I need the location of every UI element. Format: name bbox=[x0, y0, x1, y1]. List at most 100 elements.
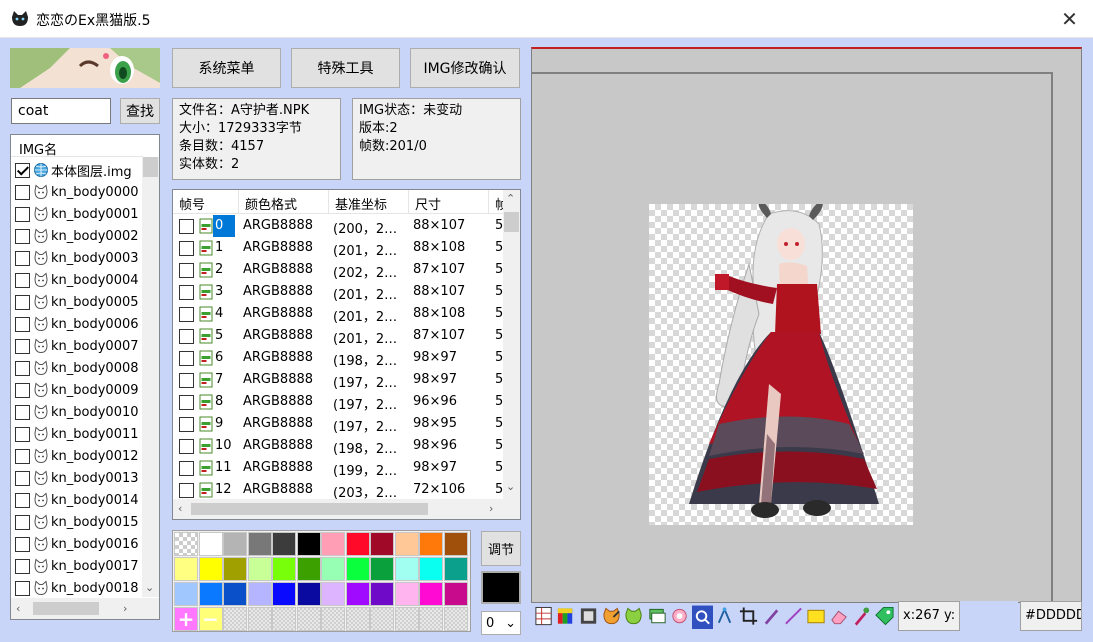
img-checkbox[interactable] bbox=[15, 558, 30, 574]
color-swatch[interactable] bbox=[223, 557, 247, 581]
scroll-down-arrow-icon[interactable]: ⌄ bbox=[506, 480, 515, 493]
img-checkbox[interactable] bbox=[15, 228, 30, 244]
column-color-format[interactable]: 颜色格式 bbox=[239, 190, 329, 214]
img-checkbox[interactable] bbox=[15, 536, 30, 552]
img-list-item[interactable]: kn_body0005 bbox=[15, 291, 151, 313]
scroll-down-arrow-icon[interactable]: ⌄ bbox=[145, 581, 154, 594]
img-checkbox[interactable] bbox=[15, 272, 30, 288]
pencil-tool-button[interactable] bbox=[760, 604, 782, 630]
empty-swatch[interactable] bbox=[370, 607, 394, 631]
color-swatch[interactable] bbox=[272, 532, 296, 556]
img-checkbox[interactable] bbox=[15, 184, 30, 200]
frame-table-vertical-scroll-thumb[interactable] bbox=[504, 212, 519, 232]
img-checkbox[interactable] bbox=[15, 470, 30, 486]
color-swatch[interactable] bbox=[345, 582, 370, 606]
scroll-up-arrow-icon[interactable]: ⌃ bbox=[506, 192, 515, 205]
frame-row[interactable]: 4 ARGB8888 (201，2… 88×108 5 bbox=[173, 303, 503, 325]
column-size[interactable]: 尺寸 bbox=[409, 190, 489, 214]
img-list-item[interactable]: kn_body0001 bbox=[15, 203, 151, 225]
img-list-item[interactable]: kn_body0008 bbox=[15, 357, 151, 379]
img-checkbox[interactable] bbox=[15, 316, 30, 332]
sprite-preview[interactable] bbox=[649, 200, 913, 525]
scroll-left-arrow-icon[interactable]: ‹ bbox=[16, 602, 20, 615]
img-checkbox[interactable] bbox=[15, 492, 30, 508]
zoom-select[interactable]: 0 ⌄ bbox=[481, 611, 521, 635]
color-swatch[interactable] bbox=[247, 582, 272, 606]
close-button[interactable]: ✕ bbox=[1046, 0, 1093, 38]
img-checkbox[interactable] bbox=[15, 514, 30, 530]
img-checkbox[interactable] bbox=[15, 360, 30, 376]
canvas-area[interactable] bbox=[531, 47, 1082, 603]
eyedropper-tool-button[interactable] bbox=[851, 604, 873, 630]
color-swatch[interactable] bbox=[419, 532, 443, 556]
column-base-coordinates[interactable]: 基准坐标 bbox=[329, 190, 409, 214]
empty-swatch[interactable] bbox=[247, 607, 272, 631]
frame-row[interactable]: 2 ARGB8888 (202，2… 87×107 5 bbox=[173, 259, 503, 281]
frame-checkbox[interactable] bbox=[179, 461, 194, 476]
img-confirm-button[interactable]: IMG修改确认 bbox=[410, 48, 520, 88]
current-color-swatch[interactable] bbox=[481, 571, 521, 604]
color-bars-tool-button[interactable] bbox=[556, 604, 578, 630]
frame-row[interactable]: 10 ARGB8888 (198，2… 98×96 5 bbox=[173, 435, 503, 457]
color-swatch[interactable] bbox=[223, 532, 247, 556]
color-swatch[interactable] bbox=[370, 582, 394, 606]
img-checkbox[interactable] bbox=[15, 426, 30, 442]
empty-swatch[interactable] bbox=[394, 607, 419, 631]
color-swatch[interactable] bbox=[443, 557, 468, 581]
empty-swatch[interactable] bbox=[443, 607, 468, 631]
frame-row[interactable]: 9 ARGB8888 (197，2… 98×95 5 bbox=[173, 413, 503, 435]
color-swatch[interactable] bbox=[345, 557, 370, 581]
color-swatch[interactable] bbox=[223, 582, 247, 606]
color-swatch[interactable] bbox=[394, 532, 419, 556]
frame-checkbox[interactable] bbox=[179, 395, 194, 410]
img-list-header[interactable]: IMG名 bbox=[11, 135, 143, 158]
column-frame-number[interactable]: 帧号 bbox=[173, 190, 239, 214]
frame-table-horizontal-scroll-thumb[interactable] bbox=[191, 503, 428, 515]
frame-row[interactable]: 7 ARGB8888 (197，2… 98×97 5 bbox=[173, 369, 503, 391]
color-swatch[interactable] bbox=[370, 557, 394, 581]
color-swatch[interactable] bbox=[198, 582, 223, 606]
frame-checkbox[interactable] bbox=[179, 483, 194, 498]
system-menu-button[interactable]: 系统菜单 bbox=[172, 48, 281, 88]
add-color-button[interactable]: + bbox=[174, 607, 198, 631]
color-swatch[interactable] bbox=[247, 557, 272, 581]
empty-swatch[interactable] bbox=[296, 607, 321, 631]
frame-row[interactable]: 1 ARGB8888 (201，2… 88×108 5 bbox=[173, 237, 503, 259]
transparent-swatch[interactable] bbox=[174, 532, 198, 556]
scroll-right-arrow-icon[interactable]: › bbox=[123, 602, 127, 615]
img-list-vertical-scrollbar[interactable] bbox=[142, 157, 159, 597]
move-tool-button[interactable] bbox=[715, 604, 737, 630]
img-list-item[interactable]: kn_body0014 bbox=[15, 489, 151, 511]
img-checkbox[interactable] bbox=[15, 404, 30, 420]
magnifier-tool-button[interactable] bbox=[692, 604, 714, 630]
img-list-item[interactable]: kn_body0004 bbox=[15, 269, 151, 291]
search-input[interactable] bbox=[11, 98, 111, 124]
img-list-horizontal-scroll-thumb[interactable] bbox=[33, 602, 99, 615]
img-list-vertical-scroll-thumb[interactable] bbox=[143, 157, 158, 177]
img-list-item[interactable]: kn_body0011 bbox=[15, 423, 151, 445]
frame-row[interactable]: 3 ARGB8888 (201，2… 88×107 5 bbox=[173, 281, 503, 303]
frame-grid-tool-button[interactable] bbox=[533, 604, 555, 630]
empty-swatch[interactable] bbox=[223, 607, 247, 631]
img-list-item[interactable]: kn_body0017 bbox=[15, 555, 151, 577]
crop-tool-button[interactable] bbox=[737, 604, 759, 630]
color-swatch[interactable] bbox=[345, 532, 370, 556]
color-swatch[interactable] bbox=[296, 557, 321, 581]
adjust-button[interactable]: 调节 bbox=[481, 531, 521, 566]
img-list-item[interactable]: kn_body0007 bbox=[15, 335, 151, 357]
frame-table-vertical-scrollbar[interactable] bbox=[503, 190, 520, 500]
img-list-item[interactable]: kn_body0013 bbox=[15, 467, 151, 489]
img-checkbox[interactable] bbox=[15, 338, 30, 354]
frame-row[interactable]: 0 ARGB8888 (200，2… 88×107 5 bbox=[173, 215, 503, 237]
frame-table[interactable]: 帧号 颜色格式 基准坐标 尺寸 帧 0 ARGB8888 (200，2… 88×107… bbox=[172, 189, 521, 520]
img-list-item[interactable]: kn_body0009 bbox=[15, 379, 151, 401]
frame-row[interactable]: 8 ARGB8888 (197，2… 96×96 5 bbox=[173, 391, 503, 413]
color-swatch[interactable] bbox=[419, 557, 443, 581]
frame-checkbox[interactable] bbox=[179, 373, 194, 388]
frame-checkbox[interactable] bbox=[179, 241, 194, 256]
img-list-item[interactable]: 本体图层.img bbox=[15, 159, 151, 181]
color-swatch[interactable] bbox=[370, 532, 394, 556]
frame-row[interactable]: 12 ARGB8888 (203，2… 72×106 5 bbox=[173, 479, 503, 501]
color-swatch[interactable] bbox=[443, 582, 468, 606]
img-list-item[interactable]: kn_body0018 bbox=[15, 577, 151, 599]
